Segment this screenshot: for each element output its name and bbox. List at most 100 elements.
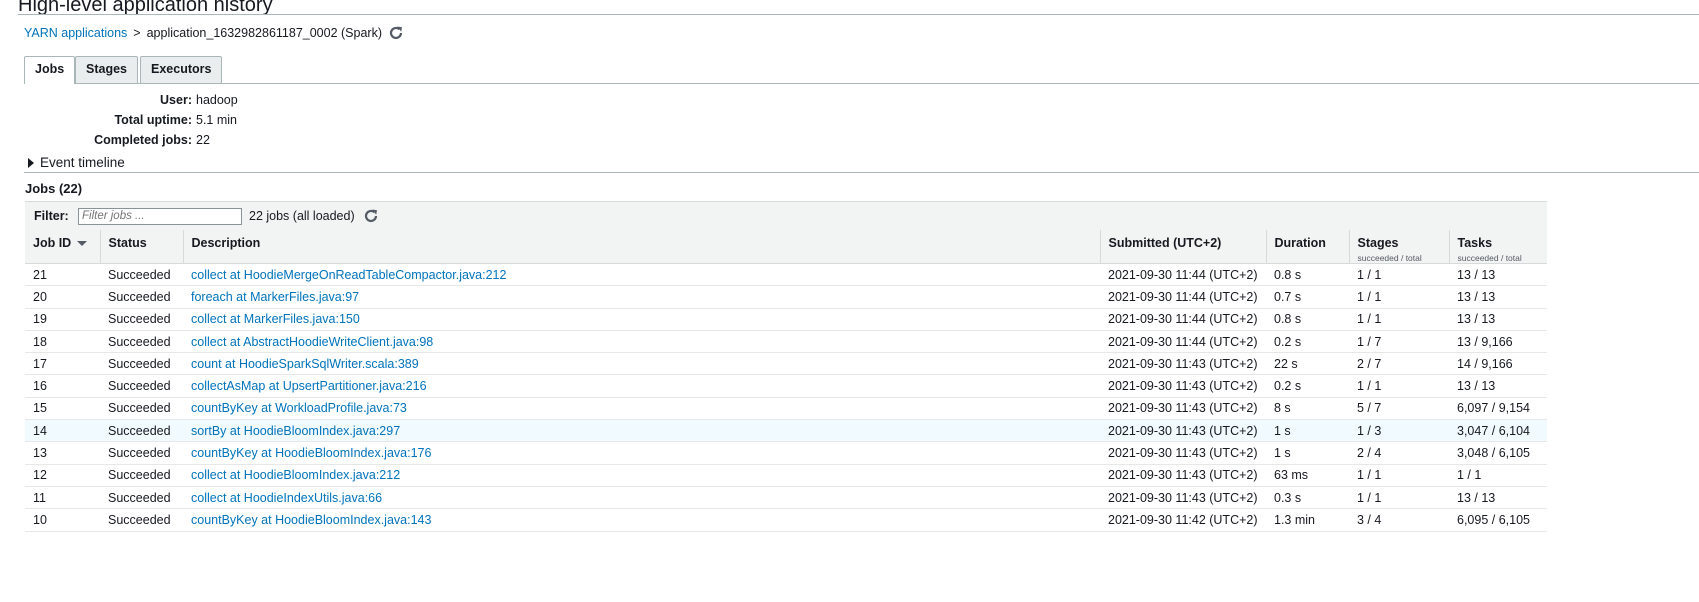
submitted-cell: 2021-09-30 11:43 (UTC+2) [1100, 374, 1266, 398]
submitted-cell: 2021-09-30 11:44 (UTC+2) [1100, 263, 1266, 287]
duration-cell: 0.2 s [1266, 330, 1349, 354]
description-link[interactable]: collect at HoodieBloomIndex.java:212 [183, 464, 1100, 487]
caret-right-icon [28, 157, 34, 168]
duration-cell: 0.3 s [1266, 486, 1349, 510]
table-row: 21 Succeeded collect at HoodieMergeOnReadT… [25, 263, 1547, 287]
description-link[interactable]: collect at AbstractHoodieWriteClient.jav… [183, 330, 1100, 354]
tab-bar: Jobs Stages Executors [24, 56, 1699, 84]
tasks-cell: 3,048 / 6,105 [1449, 441, 1547, 465]
job-id-cell: 18 [25, 330, 100, 354]
submitted-cell: 2021-09-30 11:43 (UTC+2) [1100, 441, 1266, 465]
duration-cell: 22 s [1266, 352, 1349, 376]
tasks-cell: 13 / 13 [1449, 285, 1547, 309]
tasks-cell: 13 / 13 [1449, 374, 1547, 398]
job-id-cell: 13 [25, 441, 100, 465]
submitted-cell: 2021-09-30 11:44 (UTC+2) [1100, 330, 1266, 354]
job-id-cell: 21 [25, 263, 100, 287]
job-id-cell: 11 [25, 486, 100, 510]
description-link[interactable]: collectAsMap at UpsertPartitioner.java:2… [183, 374, 1100, 398]
column-header-job-id[interactable]: Job ID [25, 230, 100, 264]
column-header-tasks[interactable]: Tasks succeeded / total [1448, 230, 1547, 264]
stages-cell: 1 / 1 [1349, 374, 1449, 398]
breadcrumb-yarn-applications-link[interactable]: YARN applications [24, 26, 127, 40]
refresh-icon[interactable] [388, 25, 404, 41]
status-cell: Succeeded [100, 441, 183, 465]
user-value: hadoop [196, 93, 238, 107]
tasks-cell: 3,047 / 6,104 [1449, 419, 1547, 443]
column-header-description[interactable]: Description [182, 230, 1100, 264]
job-id-cell: 16 [25, 374, 100, 398]
duration-cell: 8 s [1266, 397, 1349, 421]
table-row: 20 Succeeded foreach at MarkerFiles.java:9… [25, 285, 1547, 309]
job-id-cell: 14 [25, 419, 100, 443]
description-link[interactable]: countByKey at HoodieBloomIndex.java:176 [183, 441, 1100, 465]
description-link[interactable]: countByKey at WorkloadProfile.java:73 [183, 397, 1100, 421]
tab-executors[interactable]: Executors [140, 56, 223, 83]
table-row: 12 Succeeded collect at HoodieBloomIndex.j… [25, 464, 1547, 487]
breadcrumb-separator: > [133, 26, 141, 40]
uptime-value: 5.1 min [196, 113, 237, 127]
timeline-divider [24, 172, 1699, 173]
jobs-table: Job ID Status Description Submitted (UTC… [25, 230, 1547, 532]
column-header-status[interactable]: Status [99, 230, 183, 264]
job-id-cell: 10 [25, 508, 100, 532]
completed-jobs-label: Completed jobs: [94, 133, 192, 147]
job-id-cell: 20 [25, 285, 100, 309]
duration-cell: 0.8 s [1266, 263, 1349, 287]
description-link[interactable]: collect at HoodieMergeOnReadTableCompact… [183, 263, 1100, 287]
table-row: 14 Succeeded sortBy at HoodieBloomIndex.ja… [25, 419, 1547, 443]
table-row: 15 Succeeded countByKey at WorkloadProfile… [25, 397, 1547, 421]
tab-stages[interactable]: Stages [75, 56, 138, 83]
submitted-cell: 2021-09-30 11:43 (UTC+2) [1100, 464, 1266, 487]
submitted-cell: 2021-09-30 11:43 (UTC+2) [1100, 486, 1266, 510]
description-link[interactable]: countByKey at HoodieBloomIndex.java:143 [183, 508, 1100, 532]
status-cell: Succeeded [100, 486, 183, 510]
tab-jobs[interactable]: Jobs [24, 56, 76, 84]
description-link[interactable]: collect at HoodieIndexUtils.java:66 [183, 486, 1100, 510]
tasks-cell: 13 / 9,166 [1449, 330, 1547, 354]
filter-label: Filter: [34, 209, 69, 223]
description-link[interactable]: foreach at MarkerFiles.java:97 [183, 285, 1100, 309]
duration-cell: 1.3 min [1266, 508, 1349, 532]
filter-jobs-input[interactable] [78, 207, 242, 225]
table-row: 13 Succeeded countByKey at HoodieBloomInde… [25, 441, 1547, 465]
tasks-cell: 13 / 13 [1449, 486, 1547, 510]
event-timeline-label: Event timeline [40, 155, 125, 170]
column-header-submitted[interactable]: Submitted (UTC+2) [1099, 230, 1266, 264]
jobs-loaded-count: 22 jobs (all loaded) [249, 209, 355, 223]
status-cell: Succeeded [100, 263, 183, 287]
submitted-cell: 2021-09-30 11:43 (UTC+2) [1100, 397, 1266, 421]
description-link[interactable]: sortBy at HoodieBloomIndex.java:297 [183, 419, 1100, 443]
completed-jobs-value: 22 [196, 133, 210, 147]
status-cell: Succeeded [100, 352, 183, 376]
user-label: User: [160, 93, 192, 107]
description-link[interactable]: count at HoodieSparkSqlWriter.scala:389 [183, 352, 1100, 376]
description-link[interactable]: collect at MarkerFiles.java:150 [183, 308, 1100, 331]
stages-subheader: succeeded / total [1357, 253, 1422, 263]
refresh-jobs-icon[interactable] [363, 208, 379, 224]
status-cell: Succeeded [100, 285, 183, 309]
tasks-cell: 13 / 13 [1449, 263, 1547, 287]
stages-cell: 1 / 1 [1349, 464, 1449, 487]
breadcrumb: YARN applications > application_16329828… [24, 25, 404, 41]
uptime-label: Total uptime: [114, 113, 192, 127]
title-divider [18, 14, 1699, 15]
table-row: 11 Succeeded collect at HoodieIndexUtils.j… [25, 486, 1547, 510]
status-cell: Succeeded [100, 508, 183, 532]
stages-cell: 5 / 7 [1349, 397, 1449, 421]
column-header-duration[interactable]: Duration [1265, 230, 1349, 264]
submitted-cell: 2021-09-30 11:44 (UTC+2) [1100, 285, 1266, 309]
stages-cell: 1 / 7 [1349, 330, 1449, 354]
tasks-cell: 6,097 / 9,154 [1449, 397, 1547, 421]
column-header-stages[interactable]: Stages succeeded / total [1348, 230, 1449, 264]
tasks-cell: 1 / 1 [1449, 464, 1547, 487]
table-row: 19 Succeeded collect at MarkerFiles.java:1… [25, 308, 1547, 331]
stages-cell: 1 / 1 [1349, 285, 1449, 309]
event-timeline-toggle[interactable]: Event timeline [28, 155, 125, 170]
tasks-subheader: succeeded / total [1457, 253, 1522, 263]
job-id-cell: 12 [25, 464, 100, 487]
table-row: 10 Succeeded countByKey at HoodieBloomInde… [25, 508, 1547, 532]
duration-cell: 0.7 s [1266, 285, 1349, 309]
duration-cell: 63 ms [1266, 464, 1349, 487]
table-row: 18 Succeeded collect at AbstractHoodieWrit… [25, 330, 1547, 354]
